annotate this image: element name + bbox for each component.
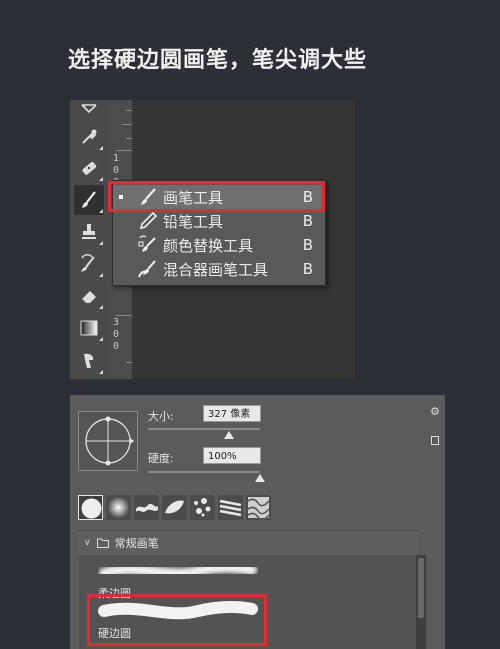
highlight-box-hard-round <box>87 594 267 646</box>
frame-tool-icon[interactable] <box>74 100 104 122</box>
photoshop-workspace: 1 0 0 3 0 0 画笔工具 B 铅笔工具 B 颜色替换工具 B 混合器画笔… <box>70 100 355 379</box>
pencil-icon <box>139 211 158 230</box>
flyout-item-label: 颜色替换工具 <box>163 236 254 255</box>
eyedropper-icon[interactable] <box>74 122 104 152</box>
color-replacement-icon <box>138 235 156 252</box>
hardness-slider-track[interactable] <box>148 471 260 473</box>
mixer-brush-icon <box>138 260 156 278</box>
brush-icon[interactable] <box>74 185 104 215</box>
flyout-item-label: 铅笔工具 <box>163 212 224 231</box>
tools-panel <box>70 100 109 379</box>
shortcut-key: B <box>302 236 313 254</box>
spot-healing-brush-icon[interactable] <box>74 153 104 183</box>
brush-tip-spatter[interactable] <box>134 495 159 520</box>
brush-list-scrollbar[interactable] <box>416 555 426 649</box>
flyout-item-pencil-tool[interactable]: 铅笔工具 B <box>113 209 325 233</box>
brush-tip-hard-round[interactable] <box>78 495 103 520</box>
gear-icon[interactable]: ⚙ <box>430 405 440 418</box>
eraser-icon[interactable] <box>74 281 104 311</box>
recent-brush-tips <box>78 495 271 523</box>
flyout-item-mixer-brush-tool[interactable]: 混合器画笔工具 B <box>113 257 325 281</box>
ruler-digit: 3 <box>112 317 120 328</box>
shortcut-key: B <box>302 212 313 230</box>
highlight-box-brush-tool <box>108 181 325 212</box>
scrollbar-thumb[interactable] <box>418 558 424 618</box>
size-slider-thumb[interactable] <box>223 431 234 439</box>
size-slider-track[interactable] <box>148 428 260 430</box>
ruler-digit: 0 <box>112 329 120 340</box>
folder-label: 常规画笔 <box>114 537 159 550</box>
brush-tip-soft-round[interactable] <box>106 495 131 520</box>
page-heading: 选择硬边圆画笔，笔尖调大些 <box>68 48 368 73</box>
history-brush-icon[interactable] <box>74 249 104 279</box>
new-preset-icon[interactable] <box>431 436 439 445</box>
soft-stroke-preview <box>99 562 257 579</box>
brush-tip-scatter[interactable] <box>190 495 215 520</box>
flyout-item-color-replacement-tool[interactable]: 颜色替换工具 B <box>113 233 325 257</box>
ruler-digit: 0 <box>112 165 120 176</box>
gradient-icon[interactable] <box>74 313 104 343</box>
hardness-input[interactable]: 100% <box>203 447 261 464</box>
brush-tip-texture[interactable] <box>246 495 271 521</box>
brush-tip-streaks[interactable] <box>218 495 243 520</box>
smudge-icon[interactable] <box>74 346 104 376</box>
chevron-down-icon[interactable]: ∨ <box>84 538 91 548</box>
clone-stamp-icon[interactable] <box>74 217 104 247</box>
flyout-item-label: 混合器画笔工具 <box>163 260 269 279</box>
shortcut-key: B <box>302 260 313 278</box>
size-label: 大小: <box>148 410 174 423</box>
size-input[interactable]: 327 像素 <box>203 405 261 422</box>
folder-icon <box>96 538 109 548</box>
ruler-digit: 1 <box>112 153 120 164</box>
hardness-slider-thumb[interactable] <box>255 474 265 482</box>
brush-tip-leaf[interactable] <box>162 495 187 520</box>
brush-angle-preview[interactable] <box>78 411 138 471</box>
hardness-label: 硬度: <box>148 452 174 465</box>
ruler-digit: 0 <box>112 341 120 352</box>
brush-folder-general[interactable]: ∨ 常规画笔 <box>78 531 418 555</box>
